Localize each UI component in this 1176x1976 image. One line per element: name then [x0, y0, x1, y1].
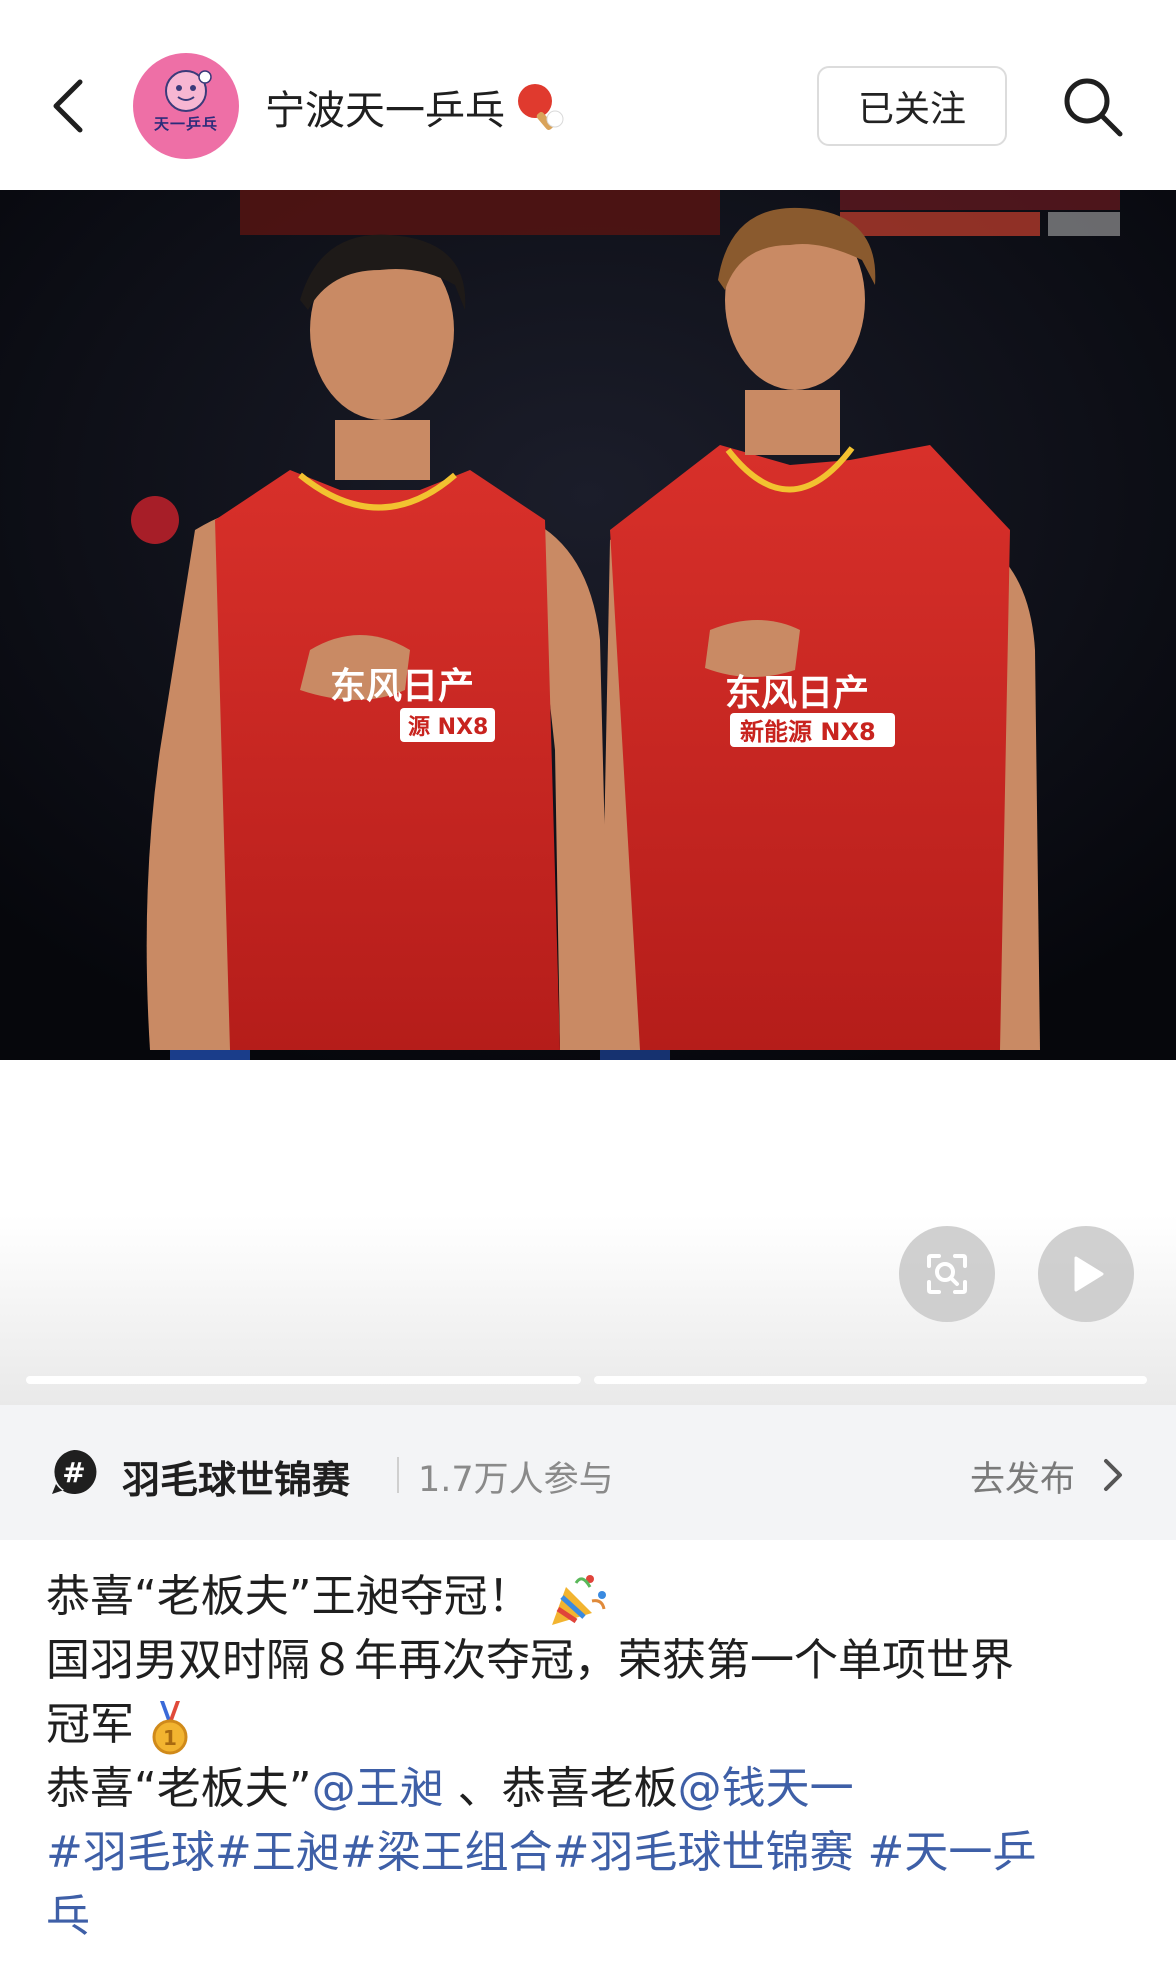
party-popper-icon: [551, 1575, 606, 1625]
svg-text:#: #: [62, 1456, 85, 1489]
top-nav-bar: 天一乒乓 宁波天一乒乓 已关注: [0, 0, 1176, 190]
svg-text:1: 1: [163, 1726, 177, 1750]
back-button[interactable]: [38, 66, 98, 146]
media-progress-segment-1: [26, 1376, 581, 1384]
topic-participants: 1.7万人参与: [418, 1460, 614, 1500]
search-button[interactable]: [1058, 72, 1128, 142]
media-progress-segment-2: [594, 1376, 1147, 1384]
chevron-right-icon[interactable]: [1098, 1455, 1126, 1495]
chevron-left-icon: [53, 79, 83, 133]
search-icon: [1064, 78, 1123, 137]
jersey-sponsor-left: 东风日产: [330, 666, 474, 707]
media-blank-area: [0, 1060, 1176, 1405]
svg-text:源 NX8: 源 NX8: [408, 715, 488, 740]
image-search-button[interactable]: [899, 1226, 995, 1322]
jersey-model-right: 新能源 NX8: [740, 718, 876, 746]
post-hashtags-cont[interactable]: 乓: [46, 1885, 1136, 1949]
account-name-text: 宁波天一乒乓: [265, 88, 505, 134]
avatar-logo-text: 天一乒乓: [153, 115, 218, 133]
post-hashtags[interactable]: #羽毛球#王昶#梁王组合#羽毛球世锦赛 #天一乒: [46, 1821, 1136, 1885]
avatar-mascot: [165, 70, 212, 112]
jersey-sponsor-right: 东风日产: [725, 673, 869, 714]
play-button[interactable]: [1038, 1226, 1134, 1322]
ping-pong-paddle-icon: [518, 84, 564, 131]
hashtag-icon: #: [52, 1449, 97, 1494]
mention-qian-tianyi[interactable]: @钱天一: [678, 1763, 854, 1814]
account-name[interactable]: 宁波天一乒乓: [265, 78, 567, 136]
topic-bar[interactable]: # 羽毛球世锦赛 1.7万人参与 去发布: [0, 1405, 1176, 1540]
mention-wang-chang[interactable]: @王昶: [312, 1763, 444, 1814]
photo-illustration: 东风日产 东风日产 新能源 NX8 源 NX8: [0, 190, 1176, 1060]
post-photo[interactable]: 东风日产 东风日产 新能源 NX8 源 NX8: [0, 190, 1176, 1060]
image-search-icon: [927, 1254, 967, 1294]
post-line-1: 恭喜“老板夫”王昶夺冠！: [46, 1565, 1136, 1629]
post-body: 恭喜“老板夫”王昶夺冠！ 国羽男双时隔８年再次夺冠，荣获第一个单项世界 冠军 1…: [46, 1565, 1136, 1949]
gold-medal-icon: 1: [152, 1701, 188, 1755]
go-publish-link[interactable]: 去发布: [970, 1451, 1075, 1502]
play-icon: [1074, 1256, 1104, 1292]
post-line-4: 恭喜“老板夫”@王昶 、恭喜老板@钱天一: [46, 1763, 854, 1814]
post-line-3: 冠军 1: [46, 1693, 1136, 1757]
topic-name: 羽毛球世锦赛: [122, 1458, 351, 1502]
post-line-2: 国羽男双时隔８年再次夺冠，荣获第一个单项世界: [46, 1635, 1014, 1686]
follow-button[interactable]: 已关注: [817, 66, 1007, 146]
account-avatar[interactable]: 天一乒乓: [133, 53, 239, 159]
topic-divider: [397, 1457, 399, 1493]
